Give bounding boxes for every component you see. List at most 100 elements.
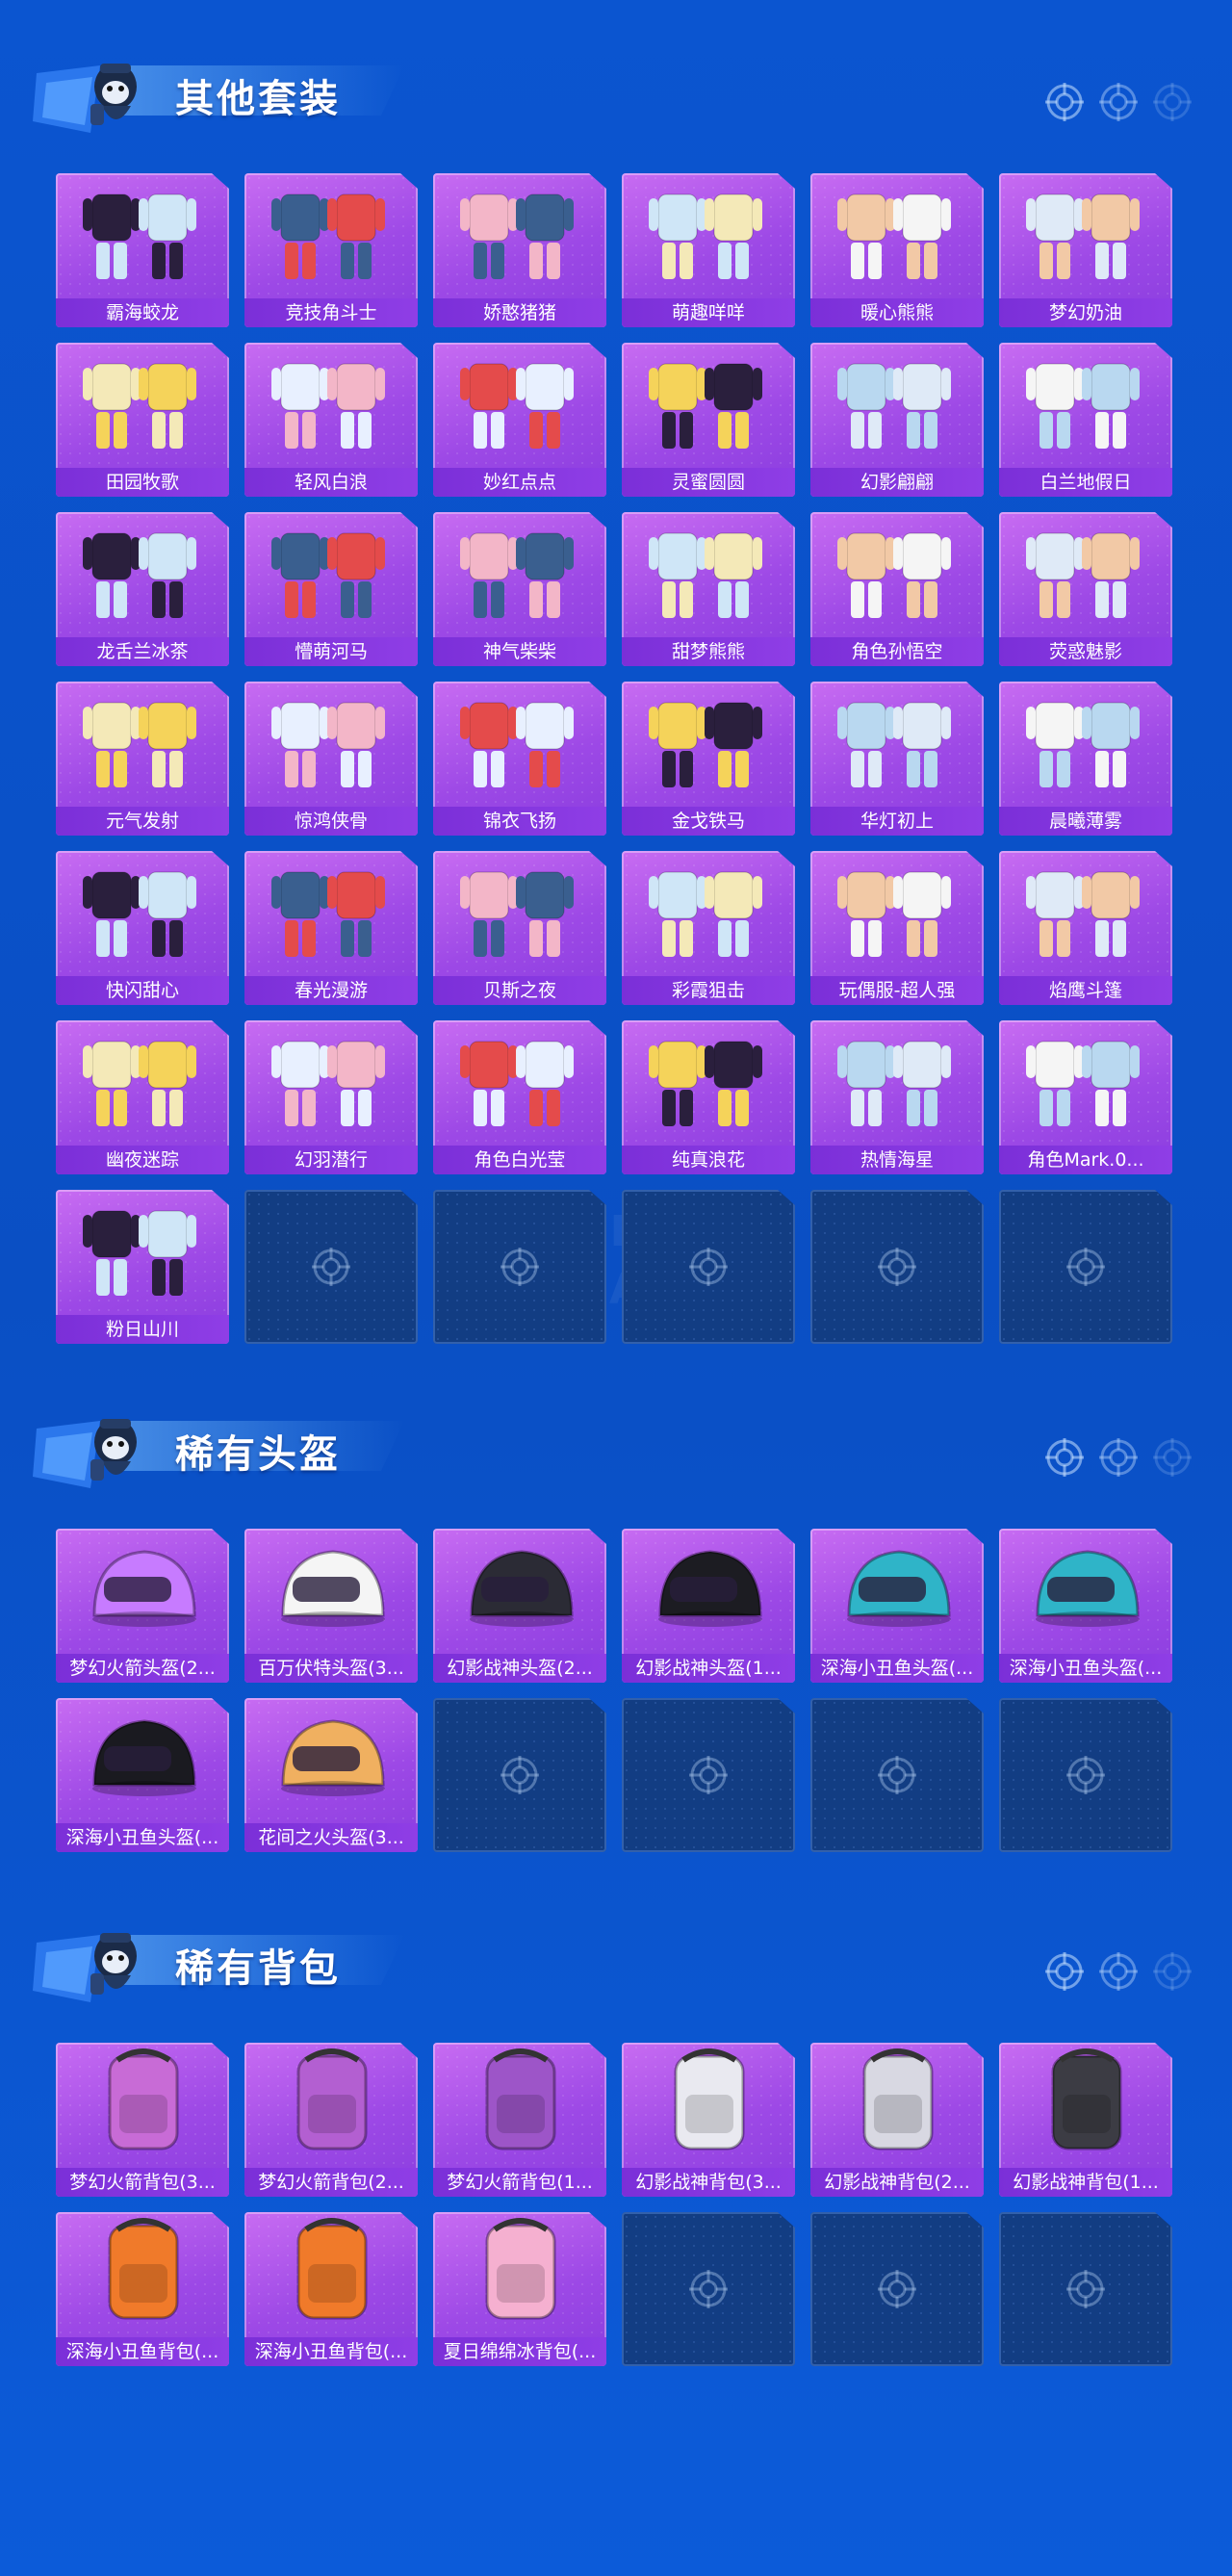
item-tile[interactable]: 焰鹰斗篷 [999,851,1172,1005]
item-tile[interactable]: 甜梦熊熊 [622,512,795,666]
mascot-icon [33,44,148,141]
item-label: 百万伏特头盔(3... [244,1654,418,1683]
item-tile[interactable]: 深海小丑鱼背包(... [56,2212,229,2366]
item-image [999,1529,1172,1650]
item-label: 深海小丑鱼头盔(... [810,1654,984,1683]
item-image [810,682,984,803]
item-tile[interactable]: 角色Mark.0... [999,1020,1172,1174]
section-title: 稀有背包 [175,1946,341,1991]
crosshair-icon [1065,1246,1107,1288]
item-tile[interactable]: 纯真浪花 [622,1020,795,1174]
item-tile[interactable]: 锦衣飞扬 [433,682,606,836]
item-tile[interactable]: 百万伏特头盔(3... [244,1529,418,1683]
decor-crosshairs [1043,81,1194,123]
item-image [56,512,229,633]
item-tile[interactable]: 深海小丑鱼头盔(... [999,1529,1172,1683]
item-tile[interactable]: 幻影战神头盔(2... [433,1529,606,1683]
item-label: 深海小丑鱼背包(... [244,2337,418,2366]
section-header: 稀有头盔 [0,1394,1232,1509]
section-helmets: 稀有头盔 梦幻火箭头盔(2... 百万伏特头盔(3... 幻影战神头盔(2...… [0,1394,1232,1852]
item-tile[interactable]: 梦幻火箭背包(1... [433,2043,606,2197]
item-tile[interactable]: 贝斯之夜 [433,851,606,1005]
item-image [244,1698,418,1819]
item-grid: 梦幻火箭头盔(2... 百万伏特头盔(3... 幻影战神头盔(2... 幻影战神… [56,1529,1172,1852]
item-tile[interactable]: 霸海蛟龙 [56,173,229,327]
item-tile[interactable]: 幽夜迷踪 [56,1020,229,1174]
item-tile[interactable]: 惊鸿侠骨 [244,682,418,836]
empty-slot [810,1698,984,1852]
crosshair-icon [876,1754,918,1796]
item-image [433,2043,606,2164]
item-tile[interactable]: 深海小丑鱼背包(... [244,2212,418,2366]
item-tile[interactable]: 梦幻奶油 [999,173,1172,327]
item-tile[interactable]: 幻羽潜行 [244,1020,418,1174]
item-tile[interactable]: 白兰地假日 [999,343,1172,497]
item-tile[interactable]: 荧惑魅影 [999,512,1172,666]
crosshair-icon [499,1246,541,1288]
item-tile[interactable]: 幻影战神背包(1... [999,2043,1172,2197]
crosshair-icon [1151,1950,1194,1993]
item-tile[interactable]: 幻影战神头盔(1... [622,1529,795,1683]
item-label: 懵萌河马 [244,637,418,666]
item-tile[interactable]: 晨曦薄雾 [999,682,1172,836]
item-image [999,851,1172,972]
item-label: 惊鸿侠骨 [244,807,418,836]
item-label: 热情海星 [810,1146,984,1174]
item-label: 纯真浪花 [622,1146,795,1174]
item-tile[interactable]: 深海小丑鱼头盔(... [56,1698,229,1852]
item-tile[interactable]: 暖心熊熊 [810,173,984,327]
item-label: 花间之火头盔(3... [244,1823,418,1852]
item-image [622,343,795,464]
item-tile[interactable]: 粉日山川 [56,1190,229,1344]
empty-slot [810,2212,984,2366]
item-tile[interactable]: 娇憨猪猪 [433,173,606,327]
item-label: 妙红点点 [433,468,606,497]
item-tile[interactable]: 华灯初上 [810,682,984,836]
item-tile[interactable]: 夏日绵绵冰背包(... [433,2212,606,2366]
empty-slot [999,1190,1172,1344]
item-tile[interactable]: 深海小丑鱼头盔(... [810,1529,984,1683]
item-image [56,1529,229,1650]
item-tile[interactable]: 花间之火头盔(3... [244,1698,418,1852]
item-tile[interactable]: 梦幻火箭背包(3... [56,2043,229,2197]
item-tile[interactable]: 金戈铁马 [622,682,795,836]
item-tile[interactable]: 龙舌兰冰茶 [56,512,229,666]
item-tile[interactable]: 梦幻火箭头盔(2... [56,1529,229,1683]
item-image [433,851,606,972]
mascot-icon [33,1914,148,2010]
item-tile[interactable]: 灵蜜圆圆 [622,343,795,497]
item-tile[interactable]: 妙红点点 [433,343,606,497]
item-tile[interactable]: 梦幻火箭背包(2... [244,2043,418,2197]
item-tile[interactable]: 幻影战神背包(2... [810,2043,984,2197]
item-image [244,851,418,972]
item-tile[interactable]: 元气发射 [56,682,229,836]
item-tile[interactable]: 懵萌河马 [244,512,418,666]
item-image [56,851,229,972]
item-label: 神气柴柴 [433,637,606,666]
item-tile[interactable]: 热情海星 [810,1020,984,1174]
empty-slot [433,1698,606,1852]
item-label: 萌趣咩咩 [622,298,795,327]
item-tile[interactable]: 神气柴柴 [433,512,606,666]
item-tile[interactable]: 春光漫游 [244,851,418,1005]
item-image [622,851,795,972]
item-tile[interactable]: 田园牧歌 [56,343,229,497]
item-tile[interactable]: 萌趣咩咩 [622,173,795,327]
item-tile[interactable]: 彩霞狙击 [622,851,795,1005]
item-image [244,343,418,464]
item-tile[interactable]: 幻影翩翩 [810,343,984,497]
item-tile[interactable]: 玩偶服-超人强 [810,851,984,1005]
item-tile[interactable]: 角色孙悟空 [810,512,984,666]
item-tile[interactable]: 轻风白浪 [244,343,418,497]
item-tile[interactable]: 快闪甜心 [56,851,229,1005]
item-label: 贝斯之夜 [433,976,606,1005]
item-tile[interactable]: 竞技角斗士 [244,173,418,327]
item-tile[interactable]: 幻影战神背包(3... [622,2043,795,2197]
item-image [999,173,1172,295]
item-image [999,682,1172,803]
empty-slot [999,2212,1172,2366]
item-label: 梦幻火箭背包(1... [433,2168,606,2197]
item-label: 彩霞狙击 [622,976,795,1005]
item-tile[interactable]: 角色白光莹 [433,1020,606,1174]
item-image [622,512,795,633]
